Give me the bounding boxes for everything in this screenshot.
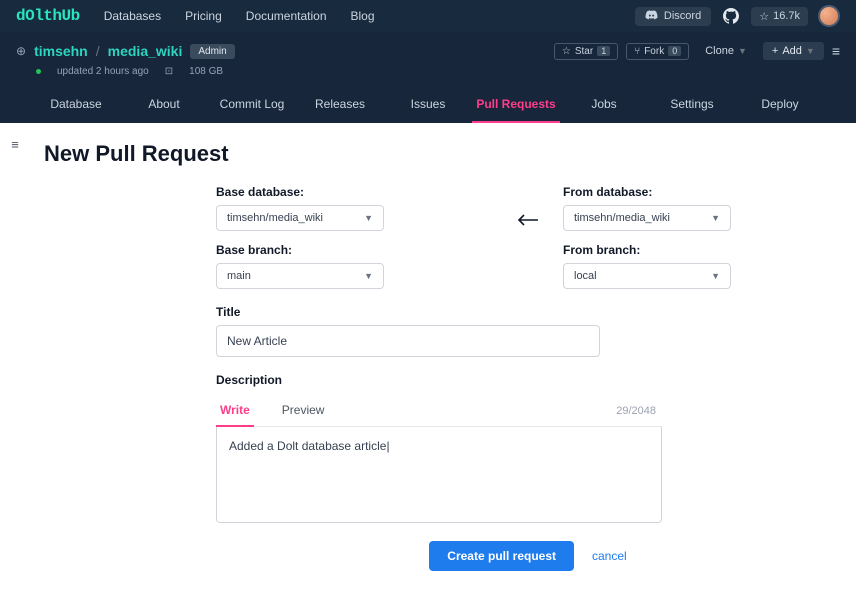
base-db-value: timsehn/media_wiki — [227, 212, 323, 224]
create-pr-button[interactable]: Create pull request — [429, 541, 574, 571]
github-icon[interactable] — [721, 6, 741, 26]
base-branch-value: main — [227, 270, 251, 282]
fork-badge-count: 0 — [668, 46, 681, 56]
from-db-select[interactable]: timsehn/media_wiki ▼ — [563, 205, 731, 231]
avatar[interactable] — [818, 5, 840, 27]
star-badge-count: 1 — [597, 46, 610, 56]
tab-issues[interactable]: Issues — [384, 87, 472, 123]
tab-deploy[interactable]: Deploy — [736, 87, 824, 123]
star-icon-mini: ☆ — [562, 46, 571, 57]
description-label: Description — [216, 373, 662, 387]
star-label: Star — [575, 46, 593, 57]
breadcrumb-owner[interactable]: timsehn — [34, 43, 88, 59]
repo-tabs: Database About Commit Log Releases Issue… — [16, 87, 840, 123]
repo-header: ⊕ timsehn / media_wiki Admin ☆ Star 1 ⑂ … — [0, 32, 856, 123]
from-branch-select[interactable]: local ▼ — [563, 263, 731, 289]
caret-down-icon: ▼ — [364, 213, 373, 223]
preview-tab[interactable]: Preview — [278, 395, 329, 427]
page-title: New Pull Request — [44, 141, 840, 167]
caret-down-icon: ▼ — [806, 46, 815, 56]
sidebar-toggle[interactable]: ≡ — [0, 123, 30, 595]
status-dot-icon — [36, 69, 41, 74]
github-stars[interactable]: ☆ 16.7k — [751, 7, 808, 26]
breadcrumb: ⊕ timsehn / media_wiki Admin — [16, 43, 235, 59]
arrow-left-icon — [517, 185, 539, 227]
tab-commit-log[interactable]: Commit Log — [208, 87, 296, 123]
caret-down-icon: ▼ — [364, 271, 373, 281]
logo[interactable]: dOlthUb — [16, 7, 80, 25]
base-branch-label: Base branch: — [216, 243, 493, 257]
fork-icon: ⑂ — [634, 46, 640, 57]
tab-settings[interactable]: Settings — [648, 87, 736, 123]
nav-pricing[interactable]: Pricing — [185, 9, 222, 23]
fork-label: Fork — [644, 46, 664, 57]
add-label: Add — [782, 45, 802, 57]
from-branch-value: local — [574, 270, 597, 282]
repo-actions: ☆ Star 1 ⑂ Fork 0 Clone ▼ + Add ▼ ≡ — [554, 42, 840, 60]
tab-jobs[interactable]: Jobs — [560, 87, 648, 123]
char-count: 29/2048 — [616, 405, 662, 417]
nav-blog[interactable]: Blog — [351, 9, 375, 23]
description-textarea[interactable]: Added a Dolt database article — [216, 427, 662, 523]
clone-button[interactable]: Clone ▼ — [697, 43, 755, 59]
tab-releases[interactable]: Releases — [296, 87, 384, 123]
caret-down-icon: ▼ — [711, 271, 720, 281]
plus-icon: + — [772, 45, 778, 57]
fork-button[interactable]: ⑂ Fork 0 — [626, 43, 689, 60]
repo-meta: updated 2 hours ago ⊡ 108 GB — [16, 60, 840, 87]
admin-badge: Admin — [190, 44, 234, 59]
top-nav-right: Discord ☆ 16.7k — [635, 5, 840, 27]
updated-text: updated 2 hours ago — [57, 66, 149, 77]
globe-icon: ⊕ — [16, 44, 26, 58]
nav-documentation[interactable]: Documentation — [246, 9, 327, 23]
nav-databases[interactable]: Databases — [104, 9, 161, 23]
breadcrumb-repo[interactable]: media_wiki — [108, 43, 183, 59]
from-db-label: From database: — [563, 185, 840, 199]
from-db-value: timsehn/media_wiki — [574, 212, 670, 224]
star-button[interactable]: ☆ Star 1 — [554, 43, 618, 60]
discord-label: Discord — [664, 10, 701, 22]
from-branch-label: From branch: — [563, 243, 840, 257]
base-db-label: Base database: — [216, 185, 493, 199]
star-icon: ☆ — [759, 10, 769, 23]
menu-icon[interactable]: ≡ — [832, 43, 840, 59]
size-text: 108 GB — [189, 66, 223, 77]
caret-down-icon: ▼ — [738, 46, 747, 56]
cancel-link[interactable]: cancel — [592, 549, 627, 563]
discord-icon — [645, 10, 658, 23]
write-tab[interactable]: Write — [216, 395, 254, 427]
clone-label: Clone — [705, 45, 734, 57]
add-button[interactable]: + Add ▼ — [763, 42, 824, 60]
star-count: 16.7k — [773, 10, 800, 22]
breadcrumb-slash: / — [96, 43, 100, 59]
top-nav: dOlthUb Databases Pricing Documentation … — [0, 0, 856, 32]
caret-down-icon: ▼ — [711, 213, 720, 223]
title-label: Title — [216, 305, 662, 319]
tab-about[interactable]: About — [120, 87, 208, 123]
title-input[interactable] — [216, 325, 600, 357]
tab-pull-requests[interactable]: Pull Requests — [472, 87, 560, 123]
base-db-select[interactable]: timsehn/media_wiki ▼ — [216, 205, 384, 231]
top-nav-left: dOlthUb Databases Pricing Documentation … — [16, 7, 375, 25]
discord-button[interactable]: Discord — [635, 7, 711, 26]
base-branch-select[interactable]: main ▼ — [216, 263, 384, 289]
disk-icon: ⊡ — [165, 66, 173, 77]
tab-database[interactable]: Database — [32, 87, 120, 123]
